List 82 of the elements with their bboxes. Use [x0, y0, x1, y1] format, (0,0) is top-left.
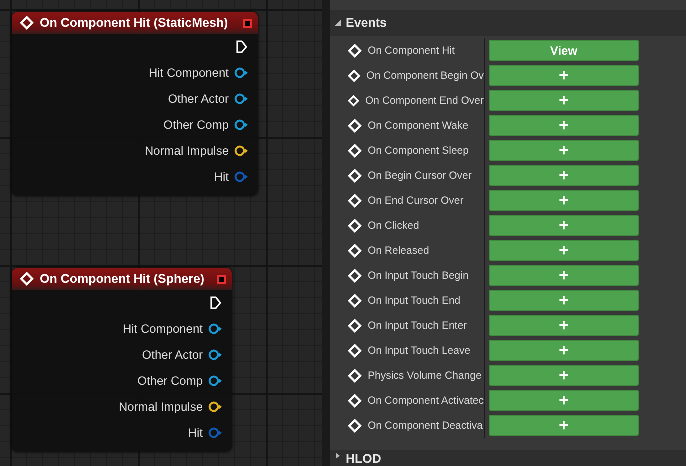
- output-pin-icon[interactable]: [208, 375, 222, 387]
- output-pin-icon[interactable]: [234, 145, 248, 157]
- event-name: On Input Touch Begin: [368, 270, 469, 282]
- event-name: On Input Touch End: [368, 294, 461, 306]
- pin-label: Hit: [188, 426, 203, 440]
- event-name: Physics Volume Change: [368, 370, 482, 382]
- event-name: On Component Sleep: [368, 144, 469, 156]
- delegate-pin-icon[interactable]: [217, 274, 226, 284]
- add-button[interactable]: +: [489, 315, 639, 336]
- event-diamond-icon: [348, 144, 362, 158]
- event-diamond-icon: [20, 16, 34, 30]
- view-button[interactable]: View: [489, 40, 639, 61]
- event-name: On Released: [368, 244, 430, 256]
- add-button[interactable]: +: [489, 240, 639, 261]
- expanded-arrow-icon: [334, 19, 342, 27]
- add-button[interactable]: +: [489, 90, 639, 111]
- add-button[interactable]: +: [489, 215, 639, 236]
- add-button[interactable]: +: [489, 140, 639, 161]
- event-name: On Component Hit: [368, 44, 455, 56]
- output-pin-icon[interactable]: [234, 119, 248, 131]
- event-node[interactable]: On Component Hit (Sphere) Hit Component Other Actor Other Comp Normal Impulse Hit: [12, 268, 232, 452]
- event-name: On Component Wake: [368, 120, 469, 132]
- section-header[interactable]: Events: [330, 10, 686, 36]
- event-diamond-icon: [348, 94, 360, 108]
- event-name: On Begin Cursor Over: [368, 170, 472, 182]
- add-button[interactable]: +: [489, 115, 639, 136]
- event-diamond-icon: [348, 368, 362, 382]
- pin-label: Other Actor: [142, 348, 203, 362]
- output-pin-icon[interactable]: [234, 67, 248, 79]
- event-diamond-icon: [348, 194, 362, 208]
- pin-label: Other Comp: [164, 118, 229, 132]
- collapsed-arrow-icon: [334, 452, 342, 460]
- event-name: On Input Touch Enter: [368, 320, 468, 332]
- add-button[interactable]: +: [489, 265, 639, 286]
- event-name: On End Cursor Over: [368, 194, 464, 206]
- event-diamond-icon: [348, 418, 362, 432]
- pin-label: Hit: [214, 170, 229, 184]
- event-diamond-icon: [348, 168, 362, 182]
- add-button[interactable]: +: [489, 415, 639, 436]
- add-button[interactable]: +: [489, 65, 639, 86]
- exec-pin-icon[interactable]: [236, 40, 248, 54]
- add-button[interactable]: +: [489, 365, 639, 386]
- output-pin-icon[interactable]: [208, 349, 222, 361]
- event-name: On Component Activatec: [368, 394, 484, 406]
- pin-label: Other Comp: [138, 374, 203, 388]
- pin-label: Hit Component: [148, 66, 229, 80]
- event-node[interactable]: On Component Hit (StaticMesh) Hit Component Other Actor Other Comp Normal Impulse Hit: [12, 12, 258, 196]
- event-name: On Component Deactiva: [368, 420, 483, 432]
- add-button[interactable]: +: [489, 190, 639, 211]
- add-button[interactable]: +: [489, 165, 639, 186]
- event-diamond-icon: [20, 272, 34, 286]
- exec-pin-icon[interactable]: [210, 296, 222, 310]
- section-title: HLOD: [346, 452, 382, 466]
- event-diamond-icon: [348, 294, 362, 308]
- section-title: Events: [346, 16, 387, 30]
- event-diamond-icon: [348, 344, 362, 358]
- pin-label: Hit Component: [122, 322, 203, 336]
- event-name: On Input Touch Leave: [368, 344, 471, 356]
- node-title: On Component Hit (StaticMesh): [40, 16, 230, 30]
- output-pin-icon[interactable]: [208, 401, 222, 413]
- event-diamond-icon: [348, 68, 361, 82]
- pin-label: Normal Impulse: [118, 400, 203, 414]
- event-diamond-icon: [348, 44, 362, 58]
- event-diamond-icon: [348, 318, 362, 332]
- event-diamond-icon: [348, 394, 362, 408]
- pin-label: Other Actor: [168, 92, 229, 106]
- event-diamond-icon: [348, 268, 362, 282]
- delegate-pin-icon[interactable]: [243, 18, 252, 28]
- add-button[interactable]: +: [489, 340, 639, 361]
- event-name: On Component End Over: [366, 94, 484, 106]
- event-name: On Clicked: [368, 220, 420, 232]
- event-diamond-icon: [348, 118, 362, 132]
- event-name: On Component Begin Ov: [366, 70, 484, 82]
- add-button[interactable]: +: [489, 390, 639, 411]
- node-title: On Component Hit (Sphere): [40, 272, 206, 286]
- event-diamond-icon: [348, 244, 362, 258]
- output-pin-icon[interactable]: [208, 323, 222, 335]
- section-header[interactable]: HLOD: [330, 450, 686, 466]
- event-diamond-icon: [348, 218, 362, 232]
- pin-label: Normal Impulse: [144, 144, 229, 158]
- add-button[interactable]: +: [489, 290, 639, 311]
- output-pin-icon[interactable]: [234, 93, 248, 105]
